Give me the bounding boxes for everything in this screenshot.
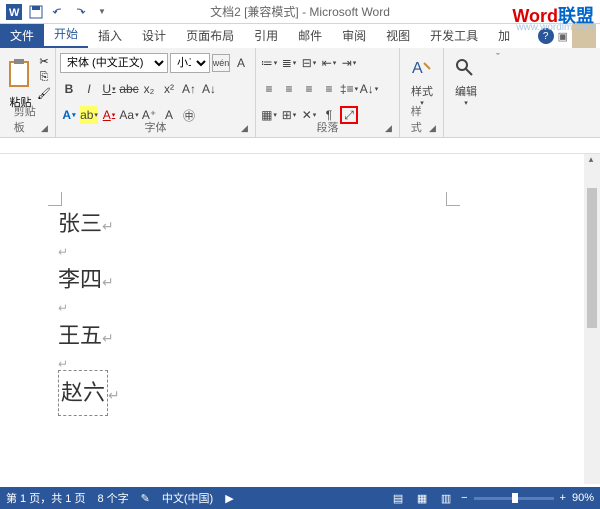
tab-review[interactable]: 审阅 [332,23,376,48]
align-center-button[interactable]: ≡ [280,80,298,98]
web-layout-icon[interactable]: ▥ [437,490,455,506]
sort-button[interactable]: A↓ [360,80,378,98]
decrease-indent-button[interactable]: ⇤ [320,54,338,72]
clear-formatting-button[interactable]: wén [212,54,230,72]
redo-icon[interactable] [70,2,90,22]
group-label-paragraph: 段落 [317,119,339,135]
align-right-button[interactable]: ≡ [300,80,318,98]
status-page[interactable]: 第 1 页，共 1 页 [6,490,85,506]
clipboard-launcher-icon[interactable]: ◢ [41,123,53,135]
group-label-clipboard: 剪贴板 [14,103,42,135]
doc-line[interactable]: 李四↵↵ [58,258,542,314]
margin-corner-icon [48,192,62,206]
font-name-select[interactable]: 宋体 (中文正文) [60,53,168,73]
zoom-out-button[interactable]: − [461,492,467,504]
tab-references[interactable]: 引用 [244,23,288,48]
doc-line[interactable]: 王五↵↵ [58,314,542,370]
page: 张三↵↵ 李四↵↵ 王五↵↵ 赵六↵ [20,162,580,436]
status-words[interactable]: 8 个字 [97,490,128,506]
save-icon[interactable] [26,2,46,22]
scrollbar-thumb[interactable] [587,188,597,328]
superscript-button[interactable]: x² [160,80,178,98]
tab-mailings[interactable]: 邮件 [288,23,332,48]
tab-developer[interactable]: 开发工具 [420,23,488,48]
status-language[interactable]: 中文(中国) [162,490,213,506]
svg-text:A: A [412,60,423,77]
window-title: 文档2 [兼容模式] - Microsoft Word [210,3,390,20]
multilevel-list-button[interactable]: ⊟ [300,54,318,72]
format-painter-icon[interactable]: 🖌 [37,86,51,100]
statusbar: 第 1 页，共 1 页 8 个字 ✎ 中文(中国) ▶ ▤ ▦ ▥ − + 90… [0,487,600,509]
tab-pagelayout[interactable]: 页面布局 [176,23,244,48]
italic-button[interactable]: I [80,80,98,98]
copy-icon[interactable]: ⎘ [37,70,51,84]
status-proofing-icon[interactable]: ✎ [141,492,150,505]
subscript-button[interactable]: x₂ [140,80,158,98]
font-size-select[interactable]: 小二 [170,53,210,73]
watermark-url: www.wordlm.com [516,22,594,33]
group-label-font: 字体 [145,119,167,135]
zoom-slider[interactable] [474,497,554,500]
shading-button[interactable]: ▦ [260,106,278,124]
text-effects-button[interactable]: A [60,106,78,124]
qat-customize-icon[interactable]: ▼ [92,2,112,22]
tab-design[interactable]: 设计 [132,23,176,48]
paragraph-launcher-icon[interactable]: ◢ [385,123,397,135]
change-case-button[interactable]: Aa [120,106,138,124]
strikethrough-button[interactable]: abc [120,80,138,98]
group-styles: A 样式▾ 样式 ◢ [400,48,444,137]
group-font: 宋体 (中文正文) 小二 wén A B I U abc x₂ x² A↑ A↓… [56,48,256,137]
line-spacing-button[interactable]: ‡≡ [340,80,358,98]
scroll-up-icon[interactable]: ▴ [584,154,598,168]
zoom-in-button[interactable]: + [560,492,566,504]
highlight-button[interactable]: ab [80,106,98,124]
document-area[interactable]: 张三↵↵ 李四↵↵ 王五↵↵ 赵六↵ ▴ [0,154,600,484]
collapse-ribbon-icon[interactable]: ˇ [488,48,508,64]
margin-corner-icon [446,192,460,206]
doc-line[interactable]: 赵六↵ [58,370,542,416]
word-icon: W [4,2,24,22]
bold-button[interactable]: B [60,80,78,98]
status-macro-icon[interactable]: ▶ [225,492,233,505]
group-paragraph: ≔ ≣ ⊟ ⇤ ⇥ ≡ ≡ ≡ ≡ ‡≡ A↓ ▦ ⊞ ✕ ¶ ⤢ 段落 ◢ [256,48,400,137]
underline-button[interactable]: U [100,80,118,98]
doc-line[interactable]: 张三↵↵ [58,202,542,258]
tab-file[interactable]: 文件 [0,23,44,48]
ruler[interactable] [0,138,600,154]
styles-launcher-icon[interactable]: ◢ [429,123,441,135]
svg-text:W: W [9,7,20,19]
find-button[interactable]: 编辑▾ [448,54,484,110]
read-mode-icon[interactable]: ▤ [389,490,407,506]
zoom-level[interactable]: 90% [572,492,594,504]
enclose-chars-button[interactable]: ㊥ [180,106,198,124]
group-clipboard: 粘贴 ✂ ⎘ 🖌 剪贴板 ◢ [0,48,56,137]
select-objects-button[interactable]: ⤢ [340,106,358,124]
increase-indent-button[interactable]: ⇥ [340,54,358,72]
font-color-button[interactable]: A [100,106,118,124]
numbering-button[interactable]: ≣ [280,54,298,72]
print-layout-icon[interactable]: ▦ [413,490,431,506]
undo-icon[interactable] [48,2,68,22]
styles-button[interactable]: A 样式▾ [404,54,440,110]
font-launcher-icon[interactable]: ◢ [241,123,253,135]
cut-icon[interactable]: ✂ [37,54,51,68]
bullets-button[interactable]: ≔ [260,54,278,72]
grow-font-button[interactable]: A [232,54,250,72]
tab-home[interactable]: 开始 [44,21,88,48]
align-justify-button[interactable]: ≡ [320,80,338,98]
group-editing: 编辑▾ [444,48,488,137]
tab-view[interactable]: 视图 [376,23,420,48]
borders-button[interactable]: ⊞ [280,106,298,124]
vertical-scrollbar[interactable]: ▴ [584,154,600,484]
align-left-button[interactable]: ≡ [260,80,278,98]
tab-insert[interactable]: 插入 [88,23,132,48]
asian-layout-button[interactable]: ✕ [300,106,318,124]
shrink-font-icon[interactable]: A↓ [200,80,218,98]
grow-font-icon[interactable]: A↑ [180,80,198,98]
